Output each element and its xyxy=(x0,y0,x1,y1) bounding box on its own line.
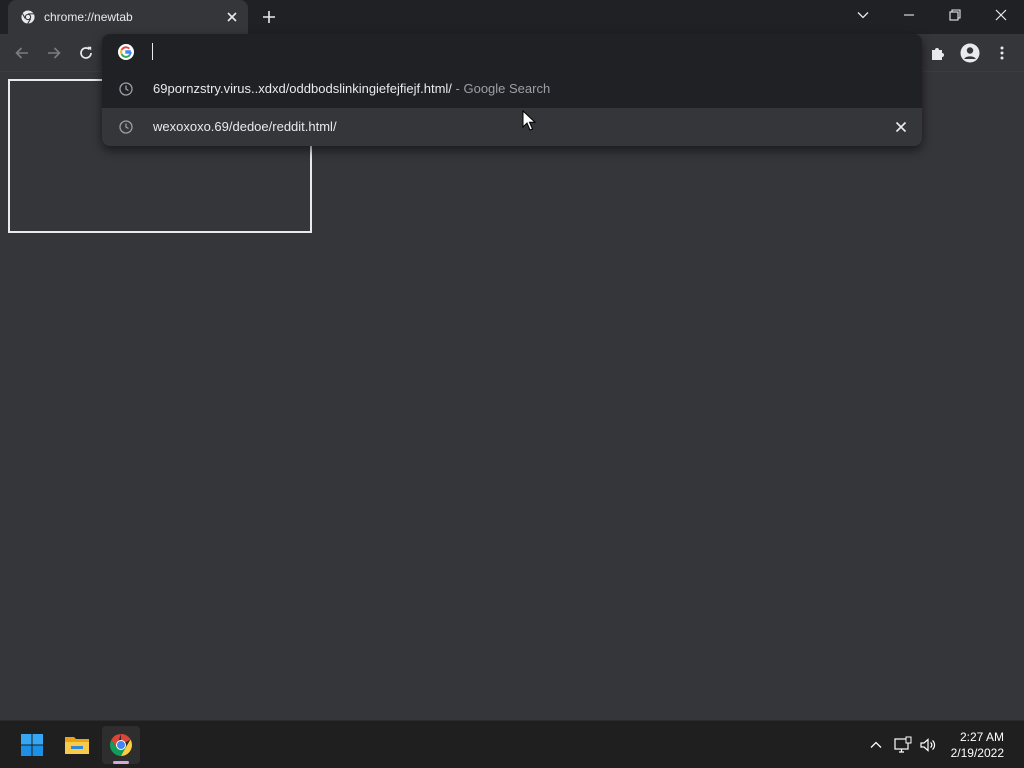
forward-arrow-icon xyxy=(48,47,61,59)
chrome-taskbar-button[interactable] xyxy=(102,726,140,764)
extensions-button[interactable] xyxy=(927,42,949,64)
minimize-icon xyxy=(904,14,914,16)
reload-icon xyxy=(80,46,92,59)
chevron-down-icon xyxy=(857,12,869,19)
suggestion-row-selected[interactable]: wexoxoxo.69/dedoe/reddit.html/ xyxy=(102,108,922,146)
suggestion-row[interactable]: 69pornzstry.virus..xdxd/oddbodslinkingie… xyxy=(102,70,922,108)
suggestion-url: wexoxoxo.69/dedoe/reddit.html/ xyxy=(153,119,337,134)
reload-button[interactable] xyxy=(75,42,97,64)
remove-suggestion-icon[interactable] xyxy=(894,120,908,134)
file-explorer-icon xyxy=(65,737,89,754)
tab-search-button[interactable] xyxy=(840,0,886,30)
show-hidden-icons-button[interactable] xyxy=(866,735,886,755)
clock-time: 2:27 AM xyxy=(959,730,1004,744)
omnibox-input[interactable] xyxy=(158,42,858,62)
volume-icon xyxy=(920,738,936,752)
windows-start-icon xyxy=(21,734,43,756)
chevron-up-icon xyxy=(870,741,882,748)
history-clock-icon xyxy=(119,120,133,134)
more-vert-icon xyxy=(1000,46,1004,60)
close-window-button[interactable] xyxy=(978,0,1024,30)
close-icon xyxy=(995,9,1007,21)
profile-icon xyxy=(960,43,980,63)
minimize-button[interactable] xyxy=(886,0,932,30)
clock-date: 2/19/2022 xyxy=(950,746,1004,760)
tab-title: chrome://newtab xyxy=(44,10,133,24)
tab-close-icon[interactable] xyxy=(224,9,240,25)
network-tray-button[interactable] xyxy=(893,735,913,755)
taskbar: 2:27 AM 2/19/2022 xyxy=(0,720,1024,768)
tab-newtab[interactable]: chrome://newtab xyxy=(8,0,248,34)
new-tab-plus-icon[interactable] xyxy=(260,8,278,26)
tab-strip: chrome://newtab xyxy=(0,0,1024,34)
chrome-menu-button[interactable] xyxy=(991,42,1013,64)
history-clock-icon xyxy=(119,82,133,96)
restore-button[interactable] xyxy=(932,0,978,30)
suggestion-url: 69pornzstry.virus..xdxd/oddbodslinkingie… xyxy=(153,81,452,96)
chrome-icon xyxy=(21,10,35,24)
suggestion-text: 69pornzstry.virus..xdxd/oddbodslinkingie… xyxy=(153,81,550,96)
mouse-cursor-icon xyxy=(522,110,536,131)
profile-button[interactable] xyxy=(959,42,981,64)
omnibox-dropdown: 69pornzstry.virus..xdxd/oddbodslinkingie… xyxy=(102,34,922,146)
start-button[interactable] xyxy=(13,726,51,764)
taskbar-clock[interactable]: 2:27 AM 2/19/2022 xyxy=(951,729,1004,761)
chrome-icon xyxy=(110,734,132,756)
restore-icon xyxy=(949,9,961,21)
suggestion-description: - Google Search xyxy=(455,81,551,96)
omnibox[interactable] xyxy=(102,34,922,70)
file-explorer-taskbar-button[interactable] xyxy=(58,726,96,764)
back-button[interactable] xyxy=(11,42,33,64)
forward-button[interactable] xyxy=(43,42,65,64)
text-caret xyxy=(152,43,153,60)
google-g-icon xyxy=(118,44,134,60)
volume-tray-button[interactable] xyxy=(918,735,938,755)
puzzle-icon xyxy=(932,48,944,60)
chrome-running-indicator xyxy=(113,761,129,764)
back-arrow-icon xyxy=(15,47,28,59)
screen: chrome://newtab 69pornzstry.virus..xdxd/… xyxy=(0,0,1024,768)
network-icon xyxy=(894,736,912,753)
